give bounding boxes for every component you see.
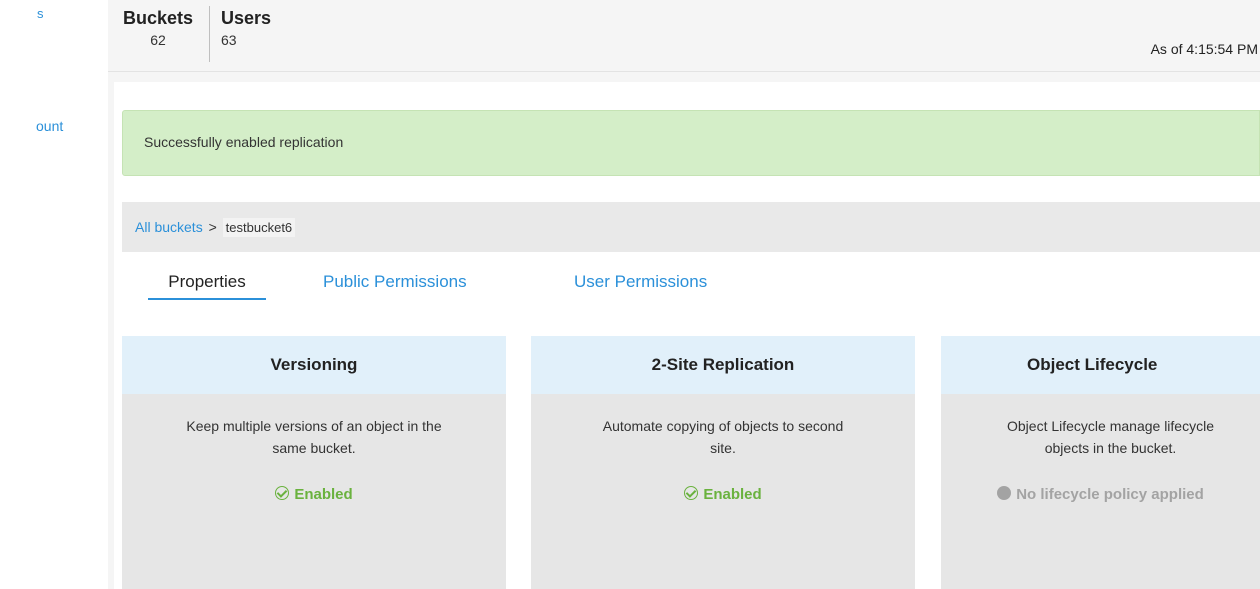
stat-users-value: 63 [221,32,237,48]
card-status: Enabled [531,486,915,503]
card-status-label: Enabled [703,486,762,503]
card-description: Automate copying of objects to second si… [531,394,915,459]
sidebar-link-account[interactable]: ount [36,118,63,134]
card-description-line: Automate copying of objects to second [602,418,844,434]
tab-public-permissions[interactable]: Public Permissions [323,272,467,298]
check-circle-icon [275,486,290,500]
card-description-line: site. [710,440,736,456]
main-area: Buckets 62 Users 63 As of 4:15:54 PM Suc… [108,0,1260,589]
check-circle-icon [684,486,699,500]
card-title: Object Lifecycle [941,336,1260,394]
card-description: Keep multiple versions of an object in t… [122,394,506,459]
breadcrumb-separator: > [208,219,217,235]
breadcrumb-all-buckets[interactable]: All buckets [135,219,203,235]
success-alert: Successfully enabled replication [122,110,1260,176]
card-description: Object Lifecycle manage lifecycle object… [941,394,1260,459]
sidebar: s ount [0,0,108,589]
sidebar-link-top[interactable]: s [37,6,44,21]
bucket-tabs: Properties Public Permissions User Permi… [122,268,922,304]
stat-buckets-value: 62 [150,32,166,48]
card-status: Enabled [122,486,506,503]
card-replication[interactable]: 2-Site Replication Automate copying of o… [531,336,915,589]
breadcrumb-current: testbucket6 [222,218,296,237]
card-status-label: No lifecycle policy applied [1016,486,1204,503]
stat-users-label: Users [221,8,272,28]
stat-buckets-label: Buckets [122,8,194,28]
card-object-lifecycle[interactable]: Object Lifecycle Object Lifecycle manage… [941,336,1260,589]
card-description-line: Keep multiple versions of an object in t… [186,418,442,434]
grey-dot-icon [997,486,1012,500]
as-of-timestamp: As of 4:15:54 PM [1150,41,1258,57]
card-description-line: objects in the bucket. [1044,440,1177,456]
card-versioning[interactable]: Versioning Keep multiple versions of an … [122,336,506,589]
stats-bar: Buckets 62 Users 63 As of 4:15:54 PM [108,0,1260,72]
stat-users: Users 63 [213,8,272,48]
card-description-line: Object Lifecycle manage lifecycle [1007,418,1214,434]
card-status: No lifecycle policy applied [941,486,1260,503]
card-description-line: same bucket. [272,440,356,456]
tab-user-permissions[interactable]: User Permissions [574,272,707,298]
card-status-label: Enabled [294,486,353,503]
content-panel: Successfully enabled replication All buc… [114,82,1260,589]
card-title: Versioning [122,336,506,394]
stat-divider [209,6,210,62]
breadcrumb: All buckets > testbucket6 [122,202,1260,252]
stat-buckets: Buckets 62 [110,8,206,48]
card-title: 2-Site Replication [531,336,915,394]
tab-properties[interactable]: Properties [148,272,266,300]
